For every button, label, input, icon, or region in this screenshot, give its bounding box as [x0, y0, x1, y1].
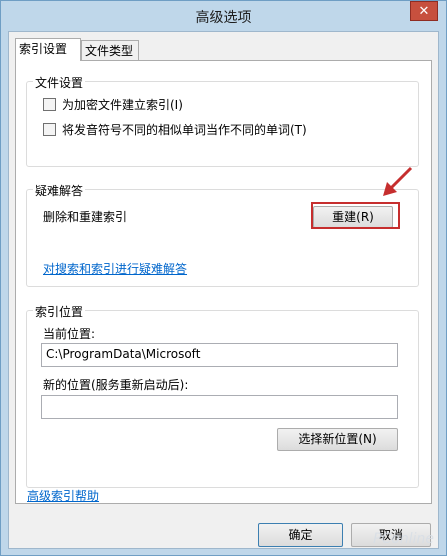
diacritics-label: 将发音符号不同的相似单词当作不同的单词(T) — [62, 122, 307, 137]
index-location-legend: 索引位置 — [33, 303, 86, 320]
tab-file-types[interactable]: 文件类型 — [81, 40, 139, 61]
annotation-arrow-icon — [383, 166, 413, 196]
index-location-group: 索引位置 当前位置: C:\ProgramData\Microsoft 新的位置… — [26, 303, 419, 488]
tab-panel: 文件设置 为加密文件建立索引(I) 将发音符号不同的相似单词当作不同的单词(T)… — [15, 60, 432, 504]
new-location-label: 新的位置(服务重新启动后): — [43, 378, 189, 392]
annotation-highlight-box — [311, 202, 400, 229]
rebuild-index-text: 删除和重建索引 — [43, 210, 128, 224]
current-location-field[interactable]: C:\ProgramData\Microsoft — [41, 343, 398, 367]
title-bar: 高级选项 ✕ — [1, 1, 446, 31]
select-new-location-button[interactable]: 选择新位置(N) — [277, 428, 398, 451]
watermark: PConline — [373, 531, 434, 547]
close-button[interactable]: ✕ — [410, 1, 438, 21]
ok-button[interactable]: 确定 — [258, 523, 343, 547]
encrypt-files-label: 为加密文件建立索引(I) — [62, 97, 183, 112]
troubleshooting-legend: 疑难解答 — [33, 182, 86, 199]
encrypt-files-checkbox[interactable]: 为加密文件建立索引(I) — [43, 96, 183, 112]
checkbox-box[interactable] — [43, 122, 56, 136]
window-title: 高级选项 — [195, 10, 252, 26]
diacritics-checkbox[interactable]: 将发音符号不同的相似单词当作不同的单词(T) — [43, 121, 307, 137]
tab-index-settings[interactable]: 索引设置 — [15, 38, 81, 61]
new-location-field[interactable] — [41, 395, 398, 419]
file-settings-group: 文件设置 为加密文件建立索引(I) 将发音符号不同的相似单词当作不同的单词(T) — [26, 74, 419, 167]
checkbox-box[interactable] — [43, 97, 56, 111]
current-location-label: 当前位置: — [43, 327, 96, 341]
advanced-options-dialog: 高级选项 ✕ 索引设置 文件类型 文件设置 为加密文件建立索引(I) 将发音符号… — [0, 0, 447, 556]
troubleshoot-link[interactable]: 对搜索和索引进行疑难解答 — [43, 260, 187, 277]
dialog-client-area: 索引设置 文件类型 文件设置 为加密文件建立索引(I) 将发音符号不同的相似单词… — [8, 31, 439, 549]
file-settings-legend: 文件设置 — [33, 74, 86, 91]
advanced-index-help-link[interactable]: 高级索引帮助 — [27, 487, 99, 504]
